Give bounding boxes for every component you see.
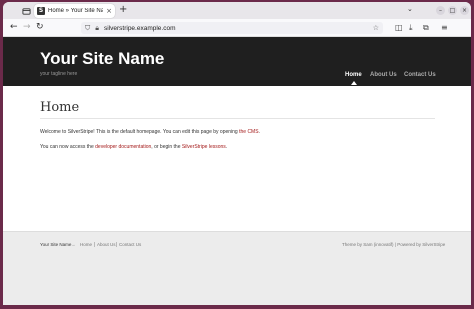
page-content: Home Welcome to SilverStripe! This is th… (3, 86, 471, 234)
site-tagline: your tagline here (40, 71, 78, 77)
lock-icon[interactable]: 🔒︎ (95, 24, 99, 33)
pocket-icon[interactable]: ◫ (395, 23, 403, 32)
tab-close-icon[interactable]: × (106, 7, 112, 15)
new-tab-button[interactable]: + (119, 4, 127, 15)
footer-credit: Theme by Sam (innovatif) | Powered by Si… (342, 242, 446, 247)
footer-link-home[interactable]: Home (80, 242, 92, 247)
page-title: Home (40, 100, 80, 115)
footer-site-name[interactable]: Your Site Name (40, 242, 71, 247)
silverstripe-lessons-link[interactable]: SilverStripe lessons (182, 144, 226, 150)
navigation-bar: ← → ↻ ⛉ 🔒︎ silverstripe.example.com ☆ ◫ … (3, 19, 471, 37)
site-header: Your Site Name your tagline here Home Ab… (3, 37, 471, 86)
firefox-view-icon[interactable] (19, 4, 33, 18)
site-footer: Your Site Name → Home About Us Contact U… (3, 231, 471, 305)
minimize-icon[interactable]: – (436, 6, 445, 15)
menu-icon[interactable]: ≡ (441, 23, 448, 32)
url-text[interactable]: silverstripe.example.com (104, 25, 368, 32)
silverstripe-favicon-icon: S (37, 7, 45, 15)
downloads-icon[interactable]: ⤓ (409, 23, 413, 33)
maximize-icon[interactable]: □ (448, 6, 457, 15)
site-name[interactable]: Your Site Name (40, 49, 164, 69)
bookmark-star-icon[interactable]: ☆ (373, 24, 379, 32)
list-all-tabs-icon[interactable]: ⌄ (407, 5, 413, 13)
menu-item-home[interactable]: Home (345, 72, 362, 78)
extensions-icon[interactable]: ⧉ (423, 23, 429, 33)
tab-title: Home » Your Site Name (48, 8, 104, 14)
tab-active[interactable]: S Home » Your Site Name × (34, 4, 115, 18)
developer-docs-link[interactable]: developer documentation (95, 144, 151, 150)
paragraph-welcome: Welcome to SilverStripe! This is the def… (40, 129, 260, 135)
forward-icon[interactable]: → (23, 22, 31, 32)
close-window-icon[interactable]: × (460, 6, 469, 15)
current-page-indicator (351, 81, 357, 85)
footer-link-contact-us[interactable]: Contact Us (119, 242, 141, 247)
menu-item-contact-us[interactable]: Contact Us (404, 72, 436, 78)
cms-link[interactable]: the CMS (239, 129, 258, 135)
back-icon[interactable]: ← (10, 22, 18, 32)
paragraph-docs: You can now access the developer documen… (40, 144, 228, 150)
tab-bar: S Home » Your Site Name × + ⌄ – □ × (3, 2, 471, 19)
footer-arrow-icon: → (71, 242, 76, 247)
browser-window: S Home » Your Site Name × + ⌄ – □ × ← → … (3, 2, 471, 305)
footer-link-about-us[interactable]: About Us (97, 242, 116, 247)
title-divider (40, 118, 435, 119)
footer-separator (94, 242, 95, 247)
menu-item-about-us[interactable]: About Us (370, 72, 397, 78)
address-bar[interactable]: ⛉ 🔒︎ silverstripe.example.com ☆ (81, 22, 383, 34)
reload-icon[interactable]: ↻ (36, 22, 44, 32)
shield-icon[interactable]: ⛉ (85, 24, 90, 33)
footer-separator (116, 242, 117, 247)
